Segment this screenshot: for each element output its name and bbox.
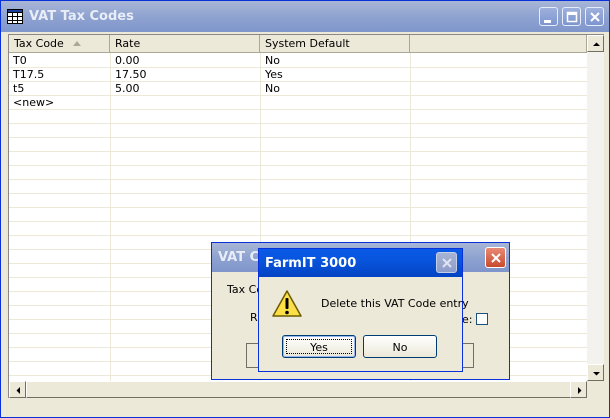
row-divider — [9, 179, 587, 180]
system-default-label: e: — [462, 313, 473, 326]
row-divider — [9, 95, 587, 96]
row-divider — [9, 207, 587, 208]
cell-system-default[interactable]: Yes — [261, 68, 283, 82]
row-divider — [9, 221, 587, 222]
horizontal-scroll-thumb[interactable] — [26, 381, 571, 398]
scroll-right-button[interactable] — [570, 381, 587, 398]
row-divider — [9, 67, 587, 68]
minimize-button[interactable] — [539, 7, 558, 26]
cell-rate[interactable]: 17.50 — [111, 68, 147, 82]
row-divider — [9, 165, 587, 166]
message-text: Delete this VAT Code entry — [321, 297, 469, 310]
scroll-up-button[interactable] — [587, 35, 604, 52]
arrow-down-icon — [593, 372, 600, 376]
maximize-button[interactable] — [562, 7, 581, 26]
scrollbar-corner — [587, 381, 604, 398]
cell-tax-code[interactable]: T0 — [9, 54, 27, 68]
cell-system-default[interactable]: No — [261, 82, 280, 96]
no-button[interactable]: No — [363, 335, 437, 358]
scroll-left-button[interactable] — [9, 381, 26, 398]
window-title: VAT Tax Codes — [29, 9, 134, 24]
cell-tax-code[interactable]: T17.5 — [9, 68, 44, 82]
cell-rate[interactable]: 5.00 — [111, 82, 140, 96]
confirm-message-box: FarmIT 3000 Delete this VAT Code entry Y… — [258, 248, 469, 372]
close-icon — [491, 253, 501, 263]
scroll-down-button[interactable] — [587, 364, 604, 381]
row-divider — [9, 123, 587, 124]
edit-dialog-close-button[interactable] — [485, 247, 506, 268]
cell-tax-code[interactable]: t5 — [9, 82, 24, 96]
horizontal-scrollbar[interactable] — [9, 381, 587, 398]
title-bar[interactable]: VAT Tax Codes — [1, 1, 609, 32]
column-header-empty — [410, 35, 587, 53]
close-button[interactable] — [585, 7, 604, 26]
row-divider — [9, 193, 587, 194]
rate-label: R — [250, 311, 258, 324]
row-divider — [9, 137, 587, 138]
row-divider — [9, 235, 587, 236]
cell-new-row[interactable]: <new> — [9, 96, 54, 110]
message-box-title: FarmIT 3000 — [265, 256, 357, 271]
system-default-checkbox[interactable] — [476, 313, 488, 325]
arrow-up-icon — [593, 42, 600, 46]
yes-button[interactable]: Yes — [282, 335, 356, 358]
message-box-title-bar[interactable]: FarmIT 3000 — [259, 249, 462, 277]
row-divider — [9, 109, 587, 110]
column-header-tax-code[interactable]: Tax Code — [9, 35, 110, 53]
minimize-icon — [544, 20, 551, 23]
maximize-icon — [566, 11, 578, 23]
close-icon — [442, 258, 452, 268]
sort-ascending-icon — [73, 41, 81, 46]
column-header-rate[interactable]: Rate — [110, 35, 260, 53]
cell-system-default[interactable]: No — [261, 54, 280, 68]
cell-rate[interactable]: 0.00 — [111, 54, 140, 68]
message-box-close-button[interactable] — [436, 252, 457, 273]
row-divider — [9, 81, 587, 82]
vertical-scrollbar[interactable] — [587, 35, 604, 381]
row-divider — [9, 151, 587, 152]
warning-icon — [272, 290, 302, 317]
grid-icon — [7, 9, 23, 24]
arrow-right-icon — [578, 387, 582, 394]
column-header-system-default[interactable]: System Default — [260, 35, 410, 53]
close-icon — [590, 12, 600, 22]
arrow-left-icon — [16, 387, 20, 394]
